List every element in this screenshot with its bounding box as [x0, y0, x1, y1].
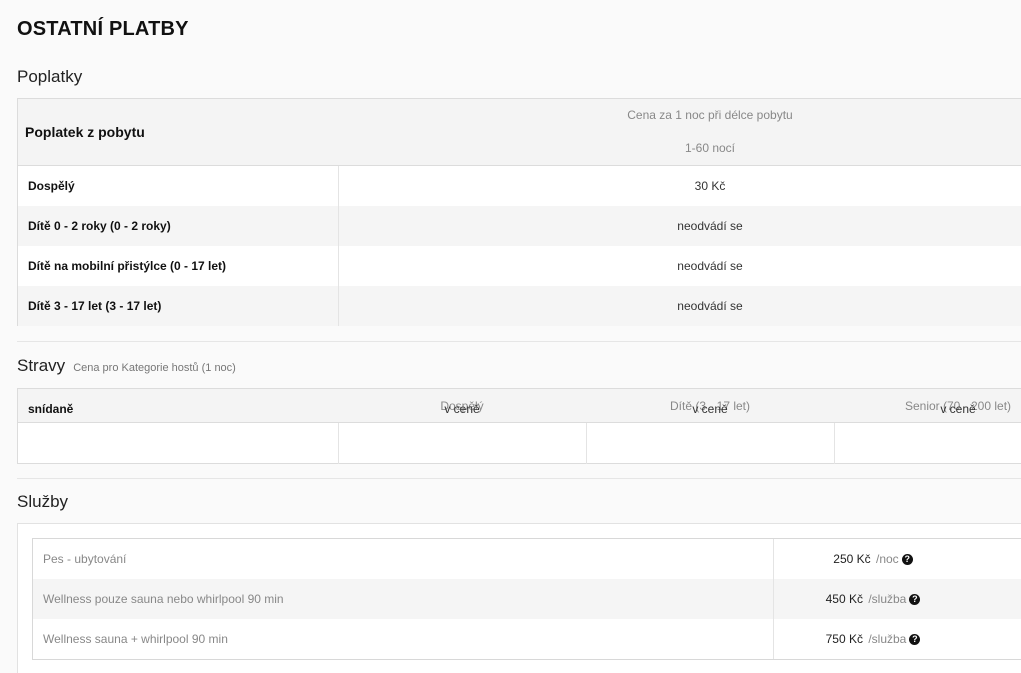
fee-row-name: Dítě 3 - 17 let (3 - 17 let) [28, 299, 162, 313]
section-divider [17, 478, 1021, 479]
table-row: Pes - ubytování 250 Kč /noc? [33, 539, 1021, 579]
fee-row-value: neodvádí se [677, 259, 743, 273]
services-table: Pes - ubytování 250 Kč /noc? Wellness po… [32, 538, 1021, 660]
table-row: Wellness pouze sauna nebo whirlpool 90 m… [33, 579, 1021, 619]
column-divider [586, 423, 587, 464]
column-divider [834, 423, 835, 464]
service-price-amount: 250 Kč [833, 552, 871, 566]
meal-row-value: v ceně [940, 402, 976, 416]
page-title: OSTATNÍ PLATBY [17, 18, 189, 40]
meals-table: Dospělý Dítě (3 - 17 let) Senior (70 - 2… [17, 388, 1021, 464]
service-price-unit: /noc [876, 552, 899, 566]
meals-title: Stravy [17, 356, 66, 375]
fees-header-label: Poplatek z pobytu [25, 124, 145, 140]
meals-section-title: Stravy Cena pro Kategorie hostů (1 noc) [17, 356, 236, 376]
meal-row-value: v ceně [692, 402, 728, 416]
meal-row-name: snídaně [28, 402, 74, 416]
fee-row-name: Dítě na mobilní přistýlce (0 - 17 let) [28, 259, 227, 273]
fee-row-value: 30 Kč [694, 179, 726, 193]
service-price: 750 Kč /služba? [773, 632, 973, 646]
service-price-unit: /služba [868, 592, 907, 606]
fees-header-line1: Cena za 1 noc při délce pobytu [627, 108, 793, 122]
section-divider [17, 341, 1021, 342]
column-divider [773, 539, 774, 659]
fee-row-value: neodvádí se [677, 299, 743, 313]
table-row: Dítě 3 - 17 let (3 - 17 let) neodvádí se [18, 286, 1021, 326]
question-circle-icon[interactable]: ? [901, 554, 913, 565]
question-circle-icon[interactable]: ? [909, 634, 921, 645]
meals-subtitle: Cena pro Kategorie hostů (1 noc) [73, 362, 236, 374]
question-circle-icon[interactable]: ? [909, 594, 921, 605]
fees-header-line2: 1-60 nocí [684, 141, 736, 155]
fees-table-header: Poplatek z pobytu Cena za 1 noc při délc… [18, 99, 1021, 166]
service-name: Wellness pouze sauna nebo whirlpool 90 m… [43, 592, 284, 606]
services-section-title: Služby [17, 492, 69, 511]
service-price-amount: 750 Kč [825, 632, 863, 646]
table-row: Wellness sauna + whirlpool 90 min 750 Kč… [33, 619, 1021, 659]
fees-section-title: Poplatky [17, 67, 83, 86]
fee-row-name: Dítě 0 - 2 roky (0 - 2 roky) [28, 219, 171, 233]
fees-table: Poplatek z pobytu Cena za 1 noc při délc… [17, 98, 1021, 326]
service-name: Pes - ubytování [43, 552, 127, 566]
service-price: 450 Kč /služba? [773, 592, 973, 606]
table-row: Dítě 0 - 2 roky (0 - 2 roky) neodvádí se [18, 206, 1021, 246]
meal-row-value: v ceně [444, 402, 480, 416]
service-price: 250 Kč /noc? [773, 552, 973, 566]
column-divider [338, 166, 339, 326]
fee-row-value: neodvádí se [677, 219, 743, 233]
table-row: Dítě na mobilní přistýlce (0 - 17 let) n… [18, 246, 1021, 286]
service-name: Wellness sauna + whirlpool 90 min [43, 632, 228, 646]
service-price-unit: /služba [868, 632, 907, 646]
column-divider [338, 423, 339, 464]
table-row: Dospělý 30 Kč [18, 166, 1021, 206]
fee-row-name: Dospělý [28, 179, 75, 193]
service-price-amount: 450 Kč [825, 592, 863, 606]
